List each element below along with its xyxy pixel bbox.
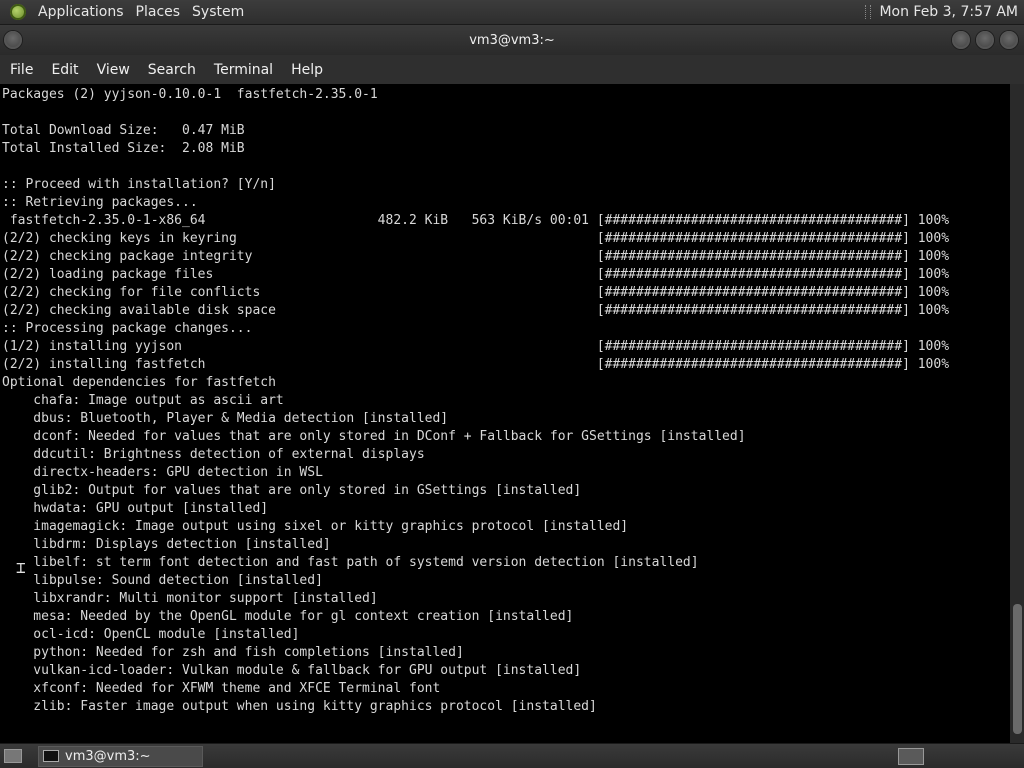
terminal-line: Total Download Size: 0.47 MiB — [2, 123, 245, 138]
terminal-line: imagemagick: Image output using sixel or… — [2, 519, 629, 534]
terminal-line: (2/2) checking for file conflicts [#####… — [2, 285, 950, 300]
terminal-scrollbar[interactable] — [1010, 84, 1024, 743]
menu-edit[interactable]: Edit — [45, 62, 90, 78]
window-menu-button[interactable] — [4, 31, 22, 49]
terminal-line: (2/2) checking package integrity [######… — [2, 249, 950, 264]
menu-terminal[interactable]: Terminal — [208, 62, 285, 78]
menu-search[interactable]: Search — [142, 62, 208, 78]
terminal-line: :: Retrieving packages... — [2, 195, 198, 210]
terminal-line: vulkan-icd-loader: Vulkan module & fallb… — [2, 663, 582, 678]
system-menu[interactable]: System — [186, 4, 250, 20]
minimize-button[interactable] — [952, 31, 970, 49]
terminal-line: directx-headers: GPU detection in WSL — [2, 465, 323, 480]
terminal-line: fastfetch-2.35.0-1-x86_64 482.2 KiB 563 … — [2, 213, 950, 228]
terminal-line: ocl-icd: OpenCL module [installed] — [2, 627, 300, 642]
bottom-panel: vm3@vm3:~ — [0, 743, 1024, 768]
terminal-line: ddcutil: Brightness detection of externa… — [2, 447, 425, 462]
terminal-line: dbus: Bluetooth, Player & Media detectio… — [2, 411, 449, 426]
window-titlebar[interactable]: vm3@vm3:~ — [0, 25, 1024, 55]
terminal-line: Packages (2) yyjson-0.10.0-1 fastfetch-2… — [2, 87, 378, 102]
menu-help[interactable]: Help — [285, 62, 335, 78]
ibeam-cursor-icon: ⌶ — [16, 558, 26, 577]
terminal-line: Total Installed Size: 2.08 MiB — [2, 141, 245, 156]
menu-file[interactable]: File — [4, 62, 45, 78]
terminal-line: python: Needed for zsh and fish completi… — [2, 645, 464, 660]
terminal-line: (1/2) installing yyjson [###############… — [2, 339, 950, 354]
show-desktop-icon[interactable] — [4, 749, 22, 763]
scrollbar-thumb[interactable] — [1013, 604, 1022, 734]
places-menu[interactable]: Places — [130, 4, 187, 20]
menu-view[interactable]: View — [91, 62, 142, 78]
terminal-line: Optional dependencies for fastfetch — [2, 375, 276, 390]
terminal-line: chafa: Image output as ascii art — [2, 393, 284, 408]
applications-menu[interactable]: Applications — [32, 4, 130, 20]
taskbar-window-button[interactable]: vm3@vm3:~ — [38, 745, 203, 767]
terminal-output[interactable]: Packages (2) yyjson-0.10.0-1 fastfetch-2… — [0, 84, 1010, 743]
maximize-button[interactable] — [976, 31, 994, 49]
terminal-line: (2/2) checking available disk space [###… — [2, 303, 950, 318]
clock[interactable]: Mon Feb 3, 7:57 AM — [879, 4, 1024, 20]
terminal-line: zlib: Faster image output when using kit… — [2, 699, 597, 714]
workspace-switcher[interactable] — [898, 748, 924, 765]
window-title: vm3@vm3:~ — [469, 32, 555, 48]
terminal-line: (2/2) installing fastfetch [############… — [2, 357, 950, 372]
terminal-menubar: File Edit View Search Terminal Help — [0, 55, 1024, 84]
panel-handle-icon — [865, 5, 872, 19]
terminal-line: libelf: st term font detection and fast … — [2, 555, 699, 570]
distro-logo-icon[interactable] — [10, 4, 26, 20]
terminal-line: dconf: Needed for values that are only s… — [2, 429, 746, 444]
terminal-line: libdrm: Displays detection [installed] — [2, 537, 331, 552]
terminal-line: xfconf: Needed for XFWM theme and XFCE T… — [2, 681, 441, 696]
top-panel: Applications Places System Mon Feb 3, 7:… — [0, 0, 1024, 25]
terminal-icon — [43, 750, 59, 762]
close-button[interactable] — [1000, 31, 1018, 49]
terminal-line: hwdata: GPU output [installed] — [2, 501, 269, 516]
terminal-line: (2/2) loading package files [###########… — [2, 267, 950, 282]
terminal-line: mesa: Needed by the OpenGL module for gl… — [2, 609, 574, 624]
terminal-line: libxrandr: Multi monitor support [instal… — [2, 591, 378, 606]
terminal-line: (2/2) checking keys in keyring [########… — [2, 231, 950, 246]
terminal-line: :: Processing package changes... — [2, 321, 253, 336]
terminal-line: glib2: Output for values that are only s… — [2, 483, 582, 498]
taskbar-window-label: vm3@vm3:~ — [65, 748, 151, 764]
terminal-line: :: Proceed with installation? [Y/n] — [2, 177, 276, 192]
terminal-line: libpulse: Sound detection [installed] — [2, 573, 323, 588]
